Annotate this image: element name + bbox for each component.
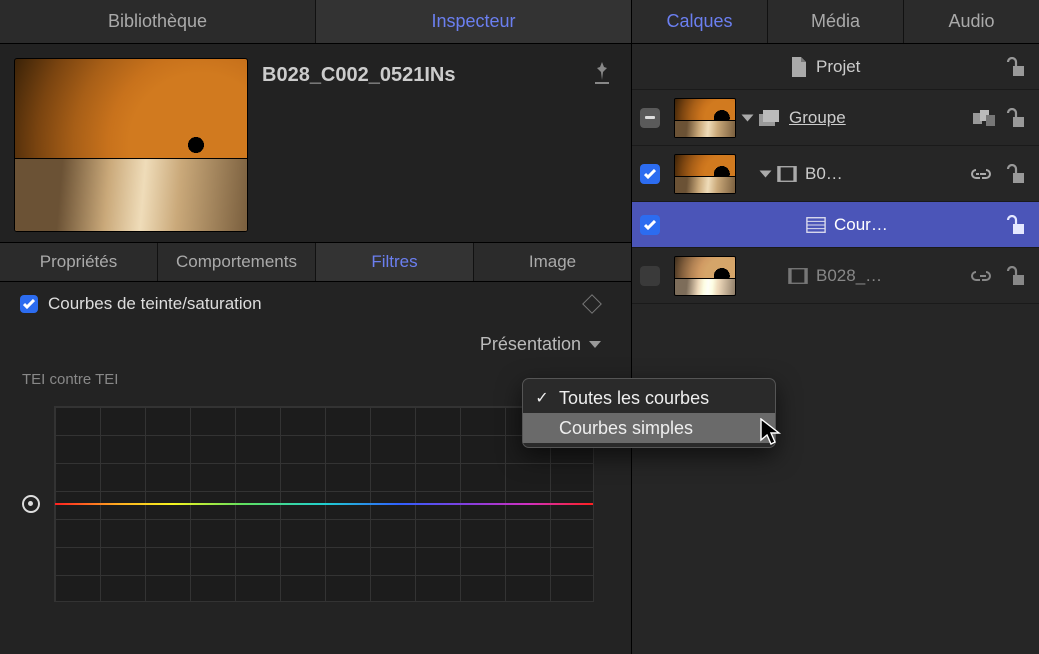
tab-layers[interactable]: Calques (632, 0, 768, 43)
unlock-icon[interactable] (1005, 108, 1027, 128)
group-icon (759, 109, 781, 127)
tab-media[interactable]: Média (768, 0, 904, 43)
filter-header: Courbes de teinte/saturation (0, 282, 631, 326)
hue-spectrum-line (55, 503, 593, 505)
layer-label: Groupe (789, 108, 965, 128)
subtab-image[interactable]: Image (474, 243, 631, 281)
layer-label: B028_… (816, 266, 963, 286)
document-icon (790, 57, 808, 77)
visibility-mixed-checkbox[interactable] (640, 108, 660, 128)
right-tab-bar: Calques Média Audio (632, 0, 1039, 44)
layer-thumbnail (674, 98, 736, 138)
subtab-behaviors[interactable]: Comportements (158, 243, 316, 281)
layer-thumbnail (674, 154, 736, 194)
visibility-checkbox[interactable] (640, 215, 660, 235)
layer-row-project[interactable]: Projet (632, 44, 1039, 90)
clip-title: B028_C002_0521INs (262, 58, 577, 87)
hue-curve-editor[interactable] (54, 406, 594, 602)
inspector-subtab-bar: Propriétés Comportements Filtres Image (0, 242, 631, 282)
presentation-popup-menu: ✓ Toutes les courbes Courbes simples (522, 378, 776, 448)
filter-name-label: Courbes de teinte/saturation (48, 294, 585, 314)
clip-thumbnail (14, 58, 248, 232)
link-icon[interactable] (971, 167, 995, 181)
curve-axis-label: TEI contre TEI (22, 371, 609, 388)
layer-label: Cour… (834, 215, 997, 235)
tab-audio[interactable]: Audio (904, 0, 1039, 43)
layer-row-filter-selected[interactable]: Cour… (632, 202, 1039, 248)
pass-through-icon[interactable] (973, 110, 995, 126)
unlock-icon[interactable] (1005, 266, 1027, 286)
pin-button[interactable] (591, 62, 613, 88)
layer-row-clip-disabled[interactable]: B028_… (632, 248, 1039, 304)
subtab-properties[interactable]: Propriétés (0, 243, 158, 281)
link-icon[interactable] (971, 269, 995, 283)
inspector-tab-bar: Bibliothèque Inspecteur (0, 0, 631, 44)
tab-library[interactable]: Bibliothèque (0, 0, 316, 43)
popup-option-single-curves[interactable]: Courbes simples (523, 413, 775, 443)
filmstrip-icon (777, 165, 797, 183)
visibility-checkbox[interactable] (640, 164, 660, 184)
filmstrip-icon (788, 267, 808, 285)
chevron-down-icon (589, 341, 601, 348)
clip-header: B028_C002_0521INs (0, 44, 631, 242)
presentation-dropdown[interactable]: Présentation (0, 326, 631, 361)
eyedropper-button[interactable] (22, 495, 40, 513)
unlock-icon[interactable] (1005, 164, 1027, 184)
layer-label: B0… (805, 164, 963, 184)
keyframe-icon[interactable] (582, 294, 602, 314)
presentation-label: Présentation (480, 334, 581, 355)
subtab-filters[interactable]: Filtres (316, 243, 474, 281)
tab-inspector[interactable]: Inspecteur (316, 0, 631, 43)
checkmark-icon: ✓ (533, 388, 551, 408)
layer-thumbnail (674, 256, 736, 296)
layer-row-group[interactable]: Groupe (632, 90, 1039, 146)
layer-label: Projet (816, 57, 997, 77)
unlock-icon[interactable] (1005, 215, 1027, 235)
disclosure-triangle-icon[interactable] (742, 114, 754, 121)
popup-option-label: Toutes les courbes (559, 388, 709, 409)
visibility-checkbox[interactable] (640, 266, 660, 286)
filter-filmstrip-icon (806, 216, 826, 234)
popup-option-label: Courbes simples (559, 418, 693, 439)
layer-row-clip[interactable]: B0… (632, 146, 1039, 202)
cursor-icon (760, 418, 782, 446)
disclosure-triangle-icon[interactable] (760, 170, 772, 177)
popup-option-all-curves[interactable]: ✓ Toutes les courbes (523, 383, 775, 413)
unlock-icon[interactable] (1005, 57, 1027, 77)
filter-enable-checkbox[interactable] (20, 295, 38, 313)
